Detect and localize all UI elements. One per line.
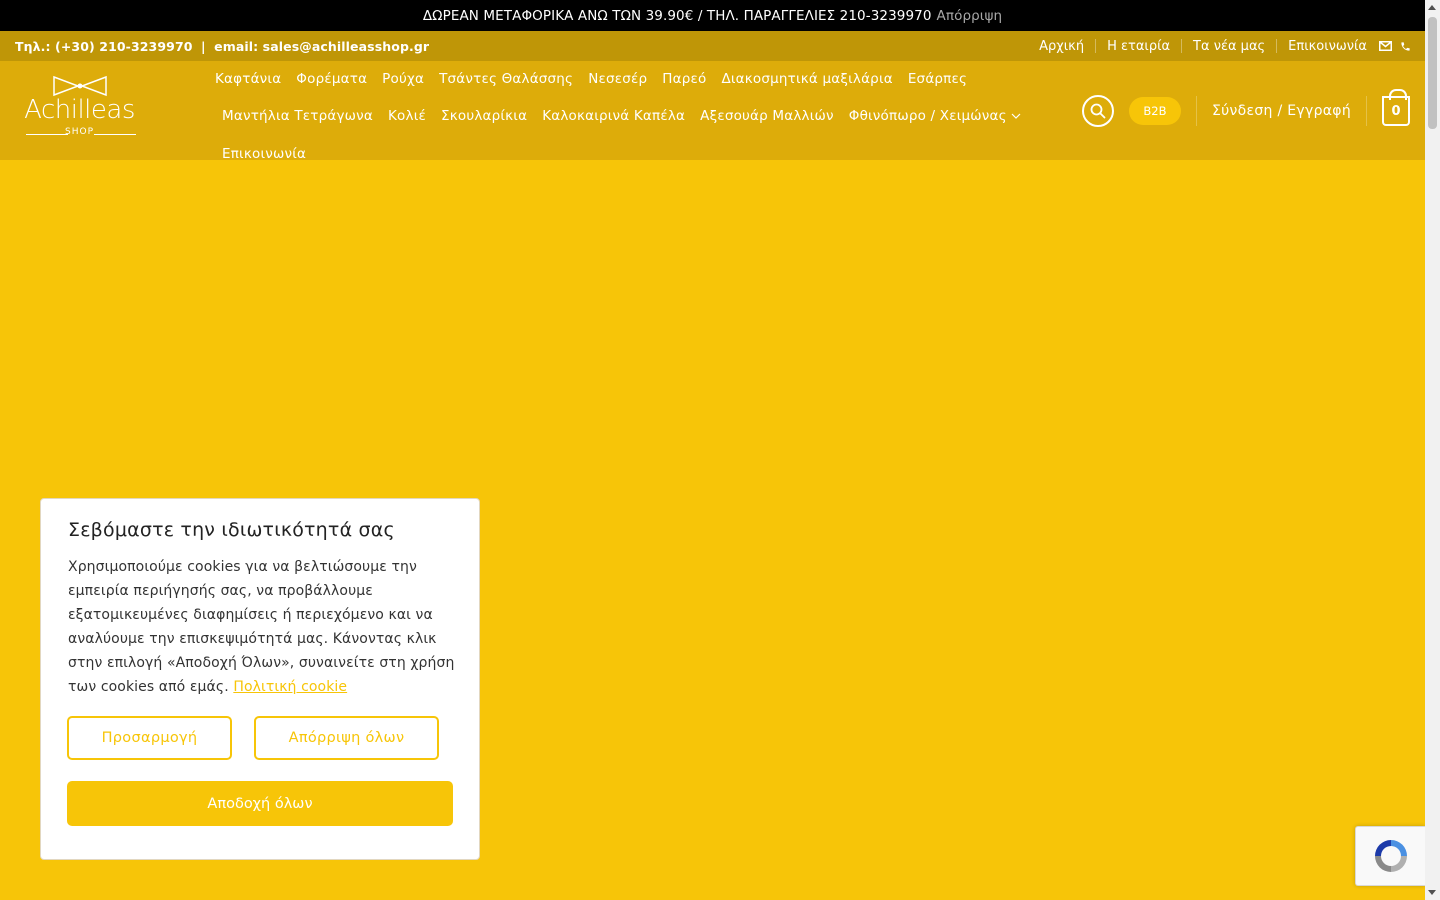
main-nav-row-3: Επικοινωνία: [222, 146, 321, 162]
nav-item-autumn-winter[interactable]: Φθινόπωρο / Χειμώνας: [849, 108, 1021, 124]
scroll-up-arrow-icon[interactable]: [1428, 5, 1436, 10]
site-logo[interactable]: Achilleas SHOP: [22, 73, 137, 143]
chevron-down-icon: [1011, 113, 1021, 119]
main-nav-row-1: Καφτάνια Φορέματα Ρούχα Τσάντες Θαλάσσης…: [215, 71, 982, 87]
accept-all-button[interactable]: Αποδοχή όλων: [67, 781, 453, 826]
logo-subtitle: SHOP: [65, 127, 94, 137]
nav-item-pareo[interactable]: Παρεό: [662, 71, 706, 87]
scrollbar-thumb[interactable]: [1428, 17, 1437, 129]
nav-item-square-scarves[interactable]: Μαντήλια Τετράγωνα: [222, 108, 373, 124]
search-button[interactable]: [1081, 95, 1114, 127]
divider: [1195, 96, 1197, 126]
divider: [1366, 96, 1367, 126]
top-link-company[interactable]: Η εταιρία: [1107, 39, 1170, 54]
cookie-consent-dialog: Σεβόμαστε την ιδιωτικότητά σας Χρησιμοπο…: [40, 498, 480, 860]
store-notice-bar: ΔΩΡΕΑΝ ΜΕΤΑΦΟΡΙΚΑ ΑΝΩ ΤΩΝ 39.90€ / ΤΗΛ. …: [0, 0, 1425, 31]
recaptcha-badge[interactable]: [1355, 826, 1425, 886]
nav-item-clothes[interactable]: Ρούχα: [382, 71, 424, 87]
cookie-body-text: Χρησιμοποιούμε cookies για να βελτιώσουμ…: [68, 559, 455, 695]
nav-item-dresses[interactable]: Φορέματα: [296, 71, 367, 87]
cookie-title: Σεβόμαστε την ιδιωτικότητά σας: [68, 519, 395, 541]
nav-item-contact[interactable]: Επικοινωνία: [222, 146, 306, 162]
b2b-button[interactable]: B2B: [1128, 97, 1181, 125]
cookie-description: Χρησιμοποιούμε cookies για να βελτιώσουμ…: [68, 555, 460, 699]
top-links: Αρχική Η εταιρία Τα νέα μας Επικοινωνία: [1039, 39, 1411, 54]
cart-button[interactable]: 0: [1382, 89, 1410, 126]
recaptcha-icon: [1374, 840, 1407, 872]
top-link-contact[interactable]: Επικοινωνία: [1288, 39, 1367, 54]
notice-dismiss-link[interactable]: Απόρριψη: [937, 8, 1003, 24]
nav-item-autumn-winter-label: Φθινόπωρο / Χειμώνας: [848, 108, 1007, 124]
envelope-icon[interactable]: [1379, 41, 1392, 51]
nav-item-kaftans[interactable]: Καφτάνια: [215, 71, 281, 87]
contact-phone: Τηλ.: (+30) 210-3239970: [15, 38, 193, 54]
contact-separator: |: [201, 38, 206, 54]
social-icons: [1379, 41, 1411, 52]
nav-item-necklaces[interactable]: Κολιέ: [388, 108, 426, 124]
top-link-home[interactable]: Αρχική: [1039, 39, 1084, 54]
main-header: Achilleas SHOP Καφτάνια Φορέματα Ρούχα Τ…: [0, 61, 1425, 162]
main-nav-row-2: Μαντήλια Τετράγωνα Κολιέ Σκουλαρίκια Καλ…: [222, 108, 1036, 124]
divider: [1095, 39, 1097, 53]
nav-item-cushions[interactable]: Διακοσμητικά μαξιλάρια: [721, 71, 892, 87]
contact-info: Τηλ.: (+30) 210-3239970 | email: sales@a…: [15, 39, 429, 54]
page-scrollbar[interactable]: [1425, 0, 1440, 900]
top-contact-bar: Τηλ.: (+30) 210-3239970 | email: sales@a…: [0, 31, 1425, 61]
top-link-news[interactable]: Τα νέα μας: [1193, 39, 1265, 54]
nav-item-beach-bags[interactable]: Τσάντες Θαλάσσης: [439, 71, 573, 87]
divider: [1276, 39, 1278, 53]
scroll-down-arrow-icon[interactable]: [1428, 890, 1436, 895]
header-tools: B2B Σύνδεση / Εγγραφή 0: [1081, 89, 1410, 128]
cart-count: 0: [1391, 103, 1401, 119]
divider: [1181, 39, 1183, 53]
search-icon: [1090, 103, 1106, 119]
reject-all-button[interactable]: Απόρριψη όλων: [254, 716, 439, 760]
logo-wordmark: Achilleas: [24, 95, 135, 125]
store-notice-text: ΔΩΡΕΑΝ ΜΕΤΑΦΟΡΙΚΑ ΑΝΩ ΤΩΝ 39.90€ / ΤΗΛ. …: [422, 7, 932, 24]
contact-email: email: sales@achilleasshop.gr: [214, 38, 430, 54]
nav-item-hair-accessories[interactable]: Αξεσουάρ Μαλλιών: [700, 108, 834, 124]
bowtie-icon: [53, 75, 107, 97]
cookie-policy-link[interactable]: Πολιτική cookie: [233, 679, 347, 695]
login-register-link[interactable]: Σύνδεση / Εγγραφή: [1212, 103, 1351, 119]
page: ΔΩΡΕΑΝ ΜΕΤΑΦΟΡΙΚΑ ΑΝΩ ΤΩΝ 39.90€ / ΤΗΛ. …: [0, 0, 1425, 900]
nav-item-scarves[interactable]: Εσάρπες: [908, 71, 967, 87]
nav-item-earrings[interactable]: Σκουλαρίκια: [441, 108, 527, 124]
phone-icon[interactable]: [1400, 41, 1411, 52]
customize-button[interactable]: Προσαρμογή: [67, 716, 232, 760]
nav-item-summer-hats[interactable]: Καλοκαιρινά Καπέλα: [542, 108, 685, 124]
nav-item-pouches[interactable]: Νεσεσέρ: [588, 71, 647, 87]
